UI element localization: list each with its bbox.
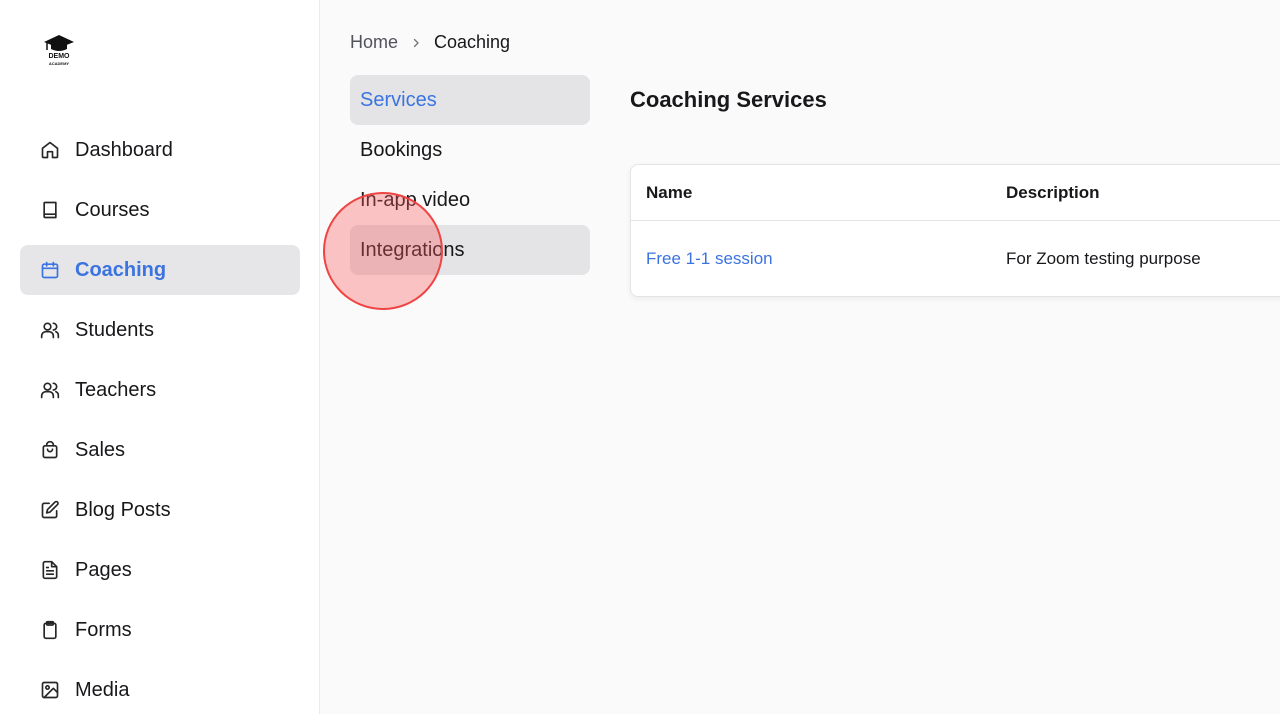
calendar-icon [40, 260, 60, 280]
sidebar-item-dashboard[interactable]: Dashboard [20, 125, 300, 175]
services-table: Name Description Free 1-1 session For Zo… [630, 164, 1280, 297]
breadcrumb: Home Coaching [350, 32, 510, 53]
sidebar-item-blog-posts[interactable]: Blog Posts [20, 485, 300, 535]
book-icon [40, 200, 60, 220]
subnav-item-services[interactable]: Services [350, 75, 590, 125]
subnav-item-in-app-video[interactable]: In-app video [350, 175, 590, 225]
users-icon [40, 320, 60, 340]
sidebar-item-label: Dashboard [75, 138, 173, 161]
image-icon [40, 680, 60, 700]
users-icon [40, 380, 60, 400]
sidebar-item-students[interactable]: Students [20, 305, 300, 355]
shopping-bag-icon [40, 440, 60, 460]
clipboard-icon [40, 620, 60, 640]
sidebar-item-label: Pages [75, 558, 132, 581]
table-header: Name Description [631, 165, 1280, 221]
sidebar-item-label: Coaching [75, 258, 167, 281]
sidebar-item-label: Students [75, 318, 154, 341]
breadcrumb-home[interactable]: Home [350, 32, 398, 53]
column-header-description[interactable]: Description [1006, 183, 1100, 203]
document-icon [40, 560, 60, 580]
sidebar-item-label: Forms [75, 618, 132, 641]
sidebar-item-sales[interactable]: Sales [20, 425, 300, 475]
chevron-right-icon [410, 37, 422, 49]
graduation-cap-icon [44, 35, 74, 51]
subnav-item-bookings[interactable]: Bookings [350, 125, 590, 175]
logo-subtext: ACADEMY [48, 61, 70, 66]
home-icon [40, 140, 60, 160]
breadcrumb-current: Coaching [434, 32, 511, 52]
edit-icon [40, 500, 60, 520]
sidebar-item-label: Media [75, 678, 130, 701]
sidebar-item-label: Courses [75, 198, 150, 221]
sidebar: DEMO ACADEMY Dashboard Courses Coaching [0, 0, 320, 714]
sidebar-item-media[interactable]: Media [20, 665, 300, 714]
sidebar-item-pages[interactable]: Pages [20, 545, 300, 595]
logo-text: DEMO [48, 53, 70, 60]
subnav-item-integrations[interactable]: Integrations [350, 225, 590, 275]
service-name-link[interactable]: Free 1-1 session [646, 249, 773, 269]
sidebar-item-teachers[interactable]: Teachers [20, 365, 300, 415]
page-title: Coaching Services [630, 87, 827, 112]
table-row[interactable]: Free 1-1 session For Zoom testing purpos… [631, 221, 1280, 297]
sidebar-nav: Dashboard Courses Coaching Students Teac… [20, 125, 300, 714]
sidebar-item-label: Sales [75, 438, 126, 461]
coaching-subnav: Services Bookings In-app video Integrati… [350, 75, 590, 275]
academy-logo[interactable]: DEMO ACADEMY [42, 33, 76, 71]
sidebar-item-courses[interactable]: Courses [20, 185, 300, 235]
sidebar-item-forms[interactable]: Forms [20, 605, 300, 655]
sidebar-item-label: Teachers [75, 378, 157, 401]
sidebar-item-label: Blog Posts [75, 498, 171, 521]
sidebar-item-coaching[interactable]: Coaching [20, 245, 300, 295]
column-header-name[interactable]: Name [646, 183, 692, 203]
service-description: For Zoom testing purpose [1006, 249, 1201, 268]
